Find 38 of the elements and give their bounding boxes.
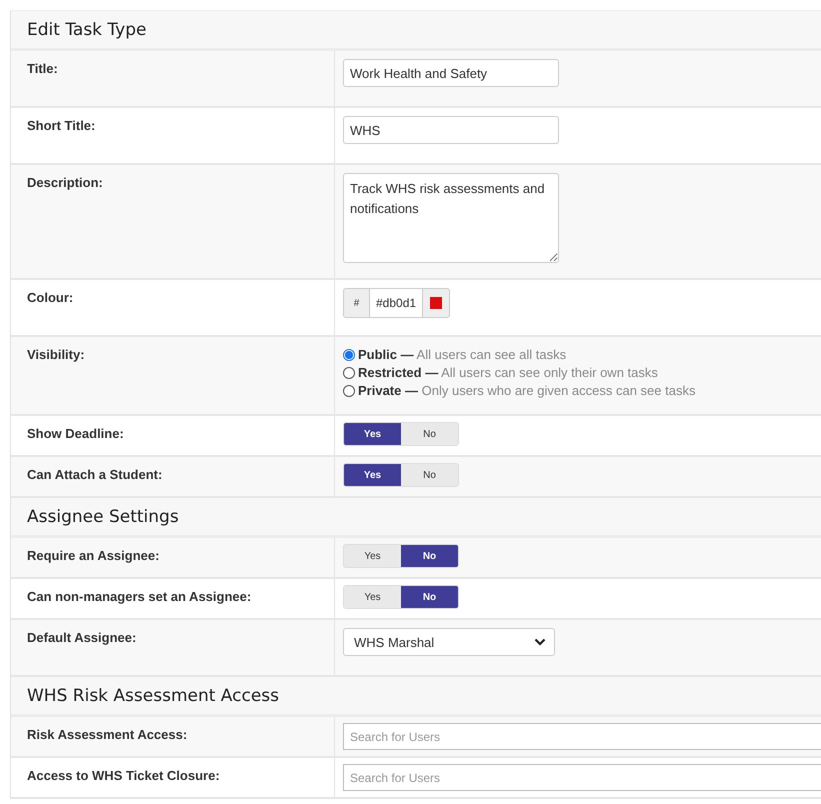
toggle-option[interactable]: No: [401, 586, 458, 608]
field-label: Can non-managers set an Assignee:: [27, 589, 252, 604]
select-dropdown[interactable]: WHS Marshal: [343, 628, 555, 656]
colour-field[interactable]: # #db0d1: [343, 288, 450, 318]
radio-button[interactable]: [343, 384, 355, 396]
toggle-option[interactable]: Yes: [344, 464, 401, 486]
toggle-option[interactable]: No: [401, 423, 458, 445]
radio-button[interactable]: [343, 366, 355, 378]
radio-label: Private — Only users who are given access can see tasks: [358, 383, 696, 398]
radio-label: Restricted — All users can see only their own tasks: [358, 365, 658, 380]
text-field[interactable]: Work Health and Safety: [343, 59, 559, 87]
radio-label: Public — All users can see all tasks: [358, 347, 566, 362]
chevron-down-icon: [534, 638, 546, 646]
toggle-option[interactable]: No: [401, 545, 458, 567]
search-field[interactable]: Search for Users: [343, 723, 821, 750]
field-label: Can Attach a Student:: [27, 467, 162, 482]
text-field[interactable]: WHS: [343, 116, 559, 144]
colour-swatch[interactable]: [430, 297, 442, 309]
toggle-option[interactable]: Yes: [344, 423, 401, 445]
radio-button[interactable]: [343, 348, 355, 360]
section-title: WHS Risk Assessment Access: [27, 686, 280, 706]
field-label: Description:: [27, 175, 103, 190]
field-label: Show Deadline:: [27, 426, 124, 441]
field-label: Access to WHS Ticket Closure:: [27, 768, 220, 783]
field-label: Colour:: [27, 290, 74, 305]
search-field[interactable]: Search for Users: [343, 764, 821, 791]
field-label: Require an Assignee:: [27, 548, 160, 563]
field-label: Visibility:: [27, 347, 85, 362]
text-area[interactable]: Track WHS risk assessments and notifications: [343, 173, 559, 263]
field-label: Title:: [27, 61, 58, 76]
toggle-option[interactable]: Yes: [344, 545, 401, 567]
field-label: Risk Assessment Access:: [27, 727, 188, 742]
field-label: Short Title:: [27, 118, 96, 133]
section-title: Edit Task Type: [27, 20, 146, 40]
toggle-option[interactable]: No: [401, 464, 458, 486]
section-title: Assignee Settings: [27, 506, 179, 526]
toggle-option[interactable]: Yes: [344, 586, 401, 608]
field-label: Default Assignee:: [27, 630, 136, 645]
